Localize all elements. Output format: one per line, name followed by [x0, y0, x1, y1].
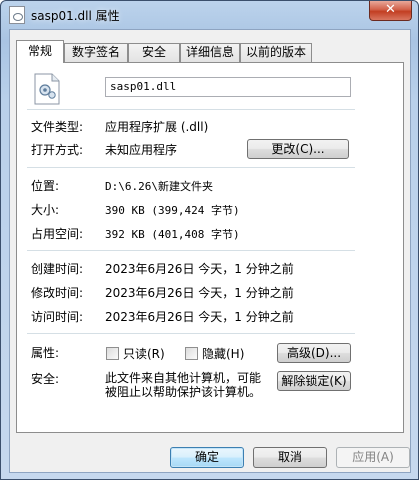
readonly-label[interactable]: 只读(R)	[123, 345, 165, 362]
accessed-label: 访问时间:	[31, 310, 84, 324]
modified-value: 2023年6月26日 今天，1 分钟之前	[105, 286, 294, 300]
hidden-label[interactable]: 隐藏(H)	[202, 345, 244, 362]
properties-window: sasp01.dll 属性 ✕ 常规 数字签名 安全 详细信息 以前的版本 sa…	[0, 0, 419, 480]
dll-file-icon	[9, 6, 25, 24]
tab-details[interactable]: 详细信息	[180, 43, 240, 62]
close-button[interactable]: ✕	[369, 1, 412, 21]
separator	[27, 167, 355, 168]
title-bar[interactable]: sasp01.dll 属性 ✕	[1, 1, 418, 29]
separator	[27, 250, 355, 251]
tab-general[interactable]: 常规	[16, 40, 64, 63]
disk-size-label: 占用空间:	[31, 227, 84, 241]
location-value: D:\6.26\新建文件夹	[105, 180, 213, 193]
tab-previous-versions[interactable]: 以前的版本	[240, 43, 312, 62]
separator	[27, 109, 355, 110]
tab-security[interactable]: 安全	[128, 43, 180, 62]
open-with-value: 未知应用程序	[105, 143, 178, 157]
change-button[interactable]: 更改(C)...	[247, 139, 349, 159]
dll-file-icon	[34, 73, 60, 105]
filename-field[interactable]: sasp01.dll	[105, 77, 351, 97]
separator	[27, 333, 355, 334]
modified-label: 修改时间:	[31, 286, 84, 300]
general-panel: sasp01.dll 文件类型: 应用程序扩展 (.dll) 打开方式: 未知应…	[16, 62, 404, 433]
attributes-label: 属性:	[31, 346, 60, 360]
disk-size-value: 392 KB (401,408 字节)	[105, 228, 240, 241]
advanced-button[interactable]: 高级(D)...	[277, 343, 351, 363]
created-value: 2023年6月26日 今天，1 分钟之前	[105, 262, 294, 276]
location-label: 位置:	[31, 179, 60, 193]
open-with-label: 打开方式:	[31, 143, 84, 157]
file-type-label: 文件类型:	[31, 120, 84, 134]
hidden-checkbox[interactable]	[185, 347, 198, 360]
security-text-line2: 被阻止以帮助保护该计算机。	[105, 385, 262, 399]
size-value: 390 KB (399,424 字节)	[105, 204, 240, 217]
created-label: 创建时间:	[31, 262, 84, 276]
window-title: sasp01.dll 属性	[31, 9, 120, 23]
readonly-checkbox[interactable]	[106, 347, 119, 360]
size-label: 大小:	[31, 203, 60, 217]
tab-digital-signature[interactable]: 数字签名	[64, 43, 128, 62]
ok-button[interactable]: 确定	[170, 447, 244, 468]
unblock-button[interactable]: 解除锁定(K)	[277, 371, 351, 391]
accessed-value: 2023年6月26日 今天，1 分钟之前	[105, 310, 294, 324]
security-label: 安全:	[31, 372, 60, 386]
dialog-client: 常规 数字签名 安全 详细信息 以前的版本 sasp01.dll 文件类型: 应…	[9, 29, 411, 473]
cancel-button[interactable]: 取消	[253, 447, 327, 468]
file-type-value: 应用程序扩展 (.dll)	[105, 120, 209, 134]
apply-button[interactable]: 应用(A)	[336, 447, 410, 468]
